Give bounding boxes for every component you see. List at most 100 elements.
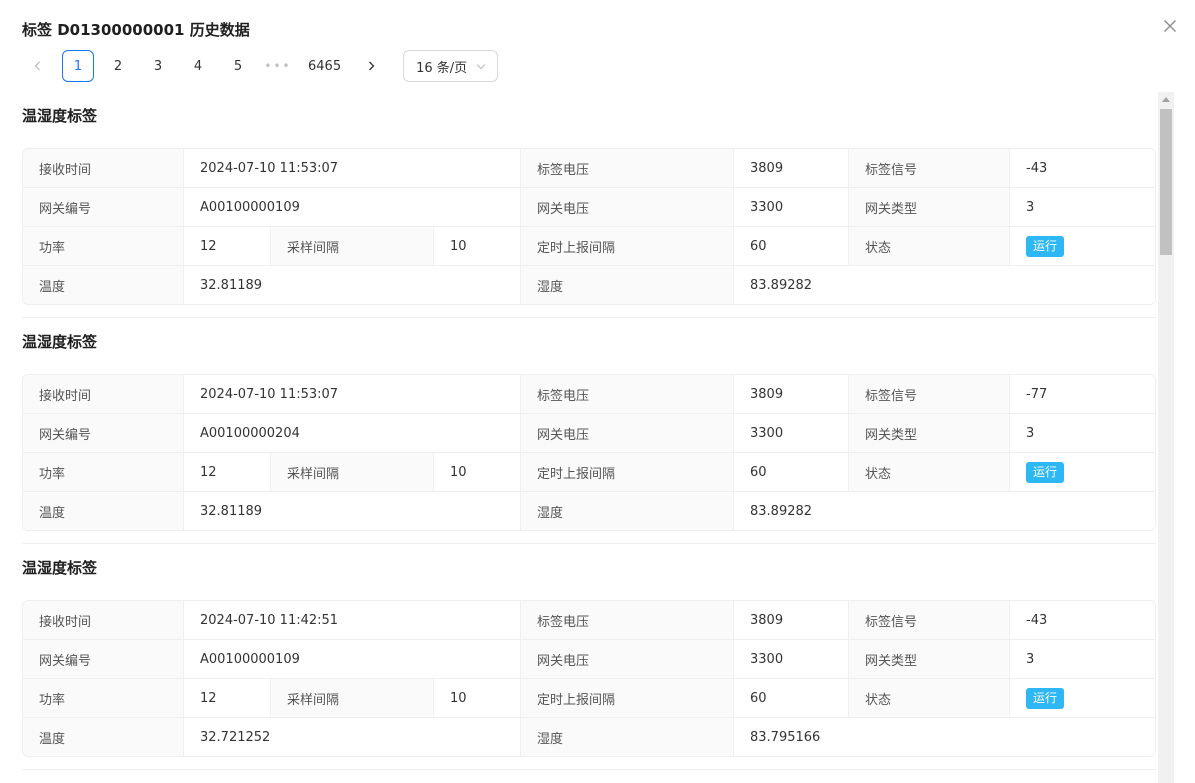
detail-row: 功率 12 采样间隔 10 定时上报间隔 60 状态 运行 xyxy=(23,227,1155,266)
receive-time-label: 接收时间 xyxy=(23,375,184,413)
power-value: 12 xyxy=(184,227,271,265)
humidity-label: 湿度 xyxy=(521,492,734,530)
detail-row: 网关编号 A00100000109 网关电压 3300 网关类型 3 xyxy=(23,640,1155,679)
temperature-value: 32.81189 xyxy=(184,492,521,530)
power-label: 功率 xyxy=(23,679,184,717)
section-divider xyxy=(22,769,1156,770)
record-section: 温湿度标签 接收时间 2024-07-10 11:42:51 标签电压 3809… xyxy=(0,544,1158,770)
temperature-value: 32.721252 xyxy=(184,718,521,756)
humidity-value: 83.795166 xyxy=(734,718,1155,756)
close-icon[interactable] xyxy=(1160,16,1180,36)
status-label: 状态 xyxy=(849,679,1010,717)
gateway-voltage-value: 3300 xyxy=(734,640,849,678)
status-badge: 运行 xyxy=(1026,687,1065,709)
temperature-label: 温度 xyxy=(23,492,184,530)
detail-row: 功率 12 采样间隔 10 定时上报间隔 60 状态 运行 xyxy=(23,679,1155,718)
humidity-value: 83.89282 xyxy=(734,266,1155,304)
detail-row: 接收时间 2024-07-10 11:53:07 标签电压 3809 标签信号 … xyxy=(23,149,1155,188)
modal-title: 标签 D01300000001 历史数据 xyxy=(22,21,250,39)
record-section: 温湿度标签 接收时间 2024-07-10 11:53:07 标签电压 3809… xyxy=(0,92,1158,318)
scroll-up-arrow-icon[interactable] xyxy=(1162,97,1170,102)
vertical-scrollbar[interactable] xyxy=(1158,92,1174,783)
page-3-button[interactable]: 3 xyxy=(142,50,174,82)
report-interval-value: 60 xyxy=(734,227,849,265)
gateway-type-label: 网关类型 xyxy=(849,414,1010,452)
status-label: 状态 xyxy=(849,453,1010,491)
gateway-type-value: 3 xyxy=(1010,640,1155,678)
sample-interval-label: 采样间隔 xyxy=(271,453,434,491)
detail-row: 接收时间 2024-07-10 11:53:07 标签电压 3809 标签信号 … xyxy=(23,375,1155,414)
report-interval-value: 60 xyxy=(734,679,849,717)
report-interval-label: 定时上报间隔 xyxy=(521,227,734,265)
chevron-left-icon xyxy=(32,60,44,72)
section-title: 温湿度标签 xyxy=(22,107,98,125)
chevron-down-icon xyxy=(475,60,487,72)
tag-voltage-value: 3809 xyxy=(734,375,849,413)
jump-next-button[interactable]: ••• xyxy=(262,50,294,82)
record-details: 接收时间 2024-07-10 11:42:51 标签电压 3809 标签信号 … xyxy=(22,600,1156,757)
page-2-button[interactable]: 2 xyxy=(102,50,134,82)
gateway-voltage-value: 3300 xyxy=(734,414,849,452)
pagination: 1 2 3 4 5 ••• 6465 16 条/页 xyxy=(22,50,499,82)
temperature-label: 温度 xyxy=(23,718,184,756)
power-value: 12 xyxy=(184,679,271,717)
report-interval-value: 60 xyxy=(734,453,849,491)
gateway-id-label: 网关编号 xyxy=(23,414,184,452)
scrollbar-thumb[interactable] xyxy=(1160,109,1172,255)
receive-time-value: 2024-07-10 11:53:07 xyxy=(184,149,521,187)
receive-time-value: 2024-07-10 11:42:51 xyxy=(184,601,521,639)
report-interval-label: 定时上报间隔 xyxy=(521,453,734,491)
power-value: 12 xyxy=(184,453,271,491)
gateway-voltage-label: 网关电压 xyxy=(521,414,734,452)
last-page-button[interactable]: 6465 xyxy=(302,50,347,82)
sample-interval-label: 采样间隔 xyxy=(271,679,434,717)
page-4-button[interactable]: 4 xyxy=(182,50,214,82)
tag-voltage-label: 标签电压 xyxy=(521,375,734,413)
report-interval-label: 定时上报间隔 xyxy=(521,679,734,717)
gateway-type-value: 3 xyxy=(1010,188,1155,226)
gateway-id-value: A00100000109 xyxy=(184,188,521,226)
next-page-button[interactable] xyxy=(355,50,387,82)
detail-row: 网关编号 A00100000109 网关电压 3300 网关类型 3 xyxy=(23,188,1155,227)
gateway-type-label: 网关类型 xyxy=(849,188,1010,226)
status-cell: 运行 xyxy=(1010,227,1155,265)
tag-signal-value: -43 xyxy=(1010,601,1155,639)
gateway-type-value: 3 xyxy=(1010,414,1155,452)
page-5-button[interactable]: 5 xyxy=(222,50,254,82)
detail-row: 温度 32.81189 湿度 83.89282 xyxy=(23,492,1155,530)
status-badge: 运行 xyxy=(1026,235,1065,257)
tag-voltage-label: 标签电压 xyxy=(521,149,734,187)
gateway-voltage-value: 3300 xyxy=(734,188,849,226)
tag-signal-value: -43 xyxy=(1010,149,1155,187)
tag-voltage-value: 3809 xyxy=(734,601,849,639)
status-cell: 运行 xyxy=(1010,453,1155,491)
chevron-right-icon xyxy=(365,60,377,72)
sample-interval-value: 10 xyxy=(434,227,521,265)
tag-signal-label: 标签信号 xyxy=(849,601,1010,639)
tag-signal-label: 标签信号 xyxy=(849,149,1010,187)
status-badge: 运行 xyxy=(1026,461,1065,483)
detail-row: 接收时间 2024-07-10 11:42:51 标签电压 3809 标签信号 … xyxy=(23,601,1155,640)
records-list: 温湿度标签 接收时间 2024-07-10 11:53:07 标签电压 3809… xyxy=(0,92,1158,783)
record-section: 温湿度标签 接收时间 2024-07-10 11:53:07 标签电压 3809… xyxy=(0,318,1158,544)
page-size-select[interactable]: 16 条/页 xyxy=(403,50,499,82)
prev-page-button[interactable] xyxy=(22,50,54,82)
record-details: 接收时间 2024-07-10 11:53:07 标签电压 3809 标签信号 … xyxy=(22,374,1156,531)
detail-row: 网关编号 A00100000204 网关电压 3300 网关类型 3 xyxy=(23,414,1155,453)
section-title: 温湿度标签 xyxy=(22,333,98,351)
gateway-id-value: A00100000109 xyxy=(184,640,521,678)
tag-voltage-value: 3809 xyxy=(734,149,849,187)
humidity-value: 83.89282 xyxy=(734,492,1155,530)
detail-row: 温度 32.721252 湿度 83.795166 xyxy=(23,718,1155,756)
status-label: 状态 xyxy=(849,227,1010,265)
detail-row: 功率 12 采样间隔 10 定时上报间隔 60 状态 运行 xyxy=(23,453,1155,492)
tag-signal-value: -77 xyxy=(1010,375,1155,413)
detail-row: 温度 32.81189 湿度 83.89282 xyxy=(23,266,1155,304)
temperature-value: 32.81189 xyxy=(184,266,521,304)
power-label: 功率 xyxy=(23,227,184,265)
page-1-button[interactable]: 1 xyxy=(62,50,94,82)
status-cell: 运行 xyxy=(1010,679,1155,717)
history-data-modal: 标签 D01300000001 历史数据 1 2 3 4 5 ••• 6465 … xyxy=(0,0,1195,783)
gateway-id-value: A00100000204 xyxy=(184,414,521,452)
page-size-value: 16 条/页 xyxy=(416,60,468,76)
